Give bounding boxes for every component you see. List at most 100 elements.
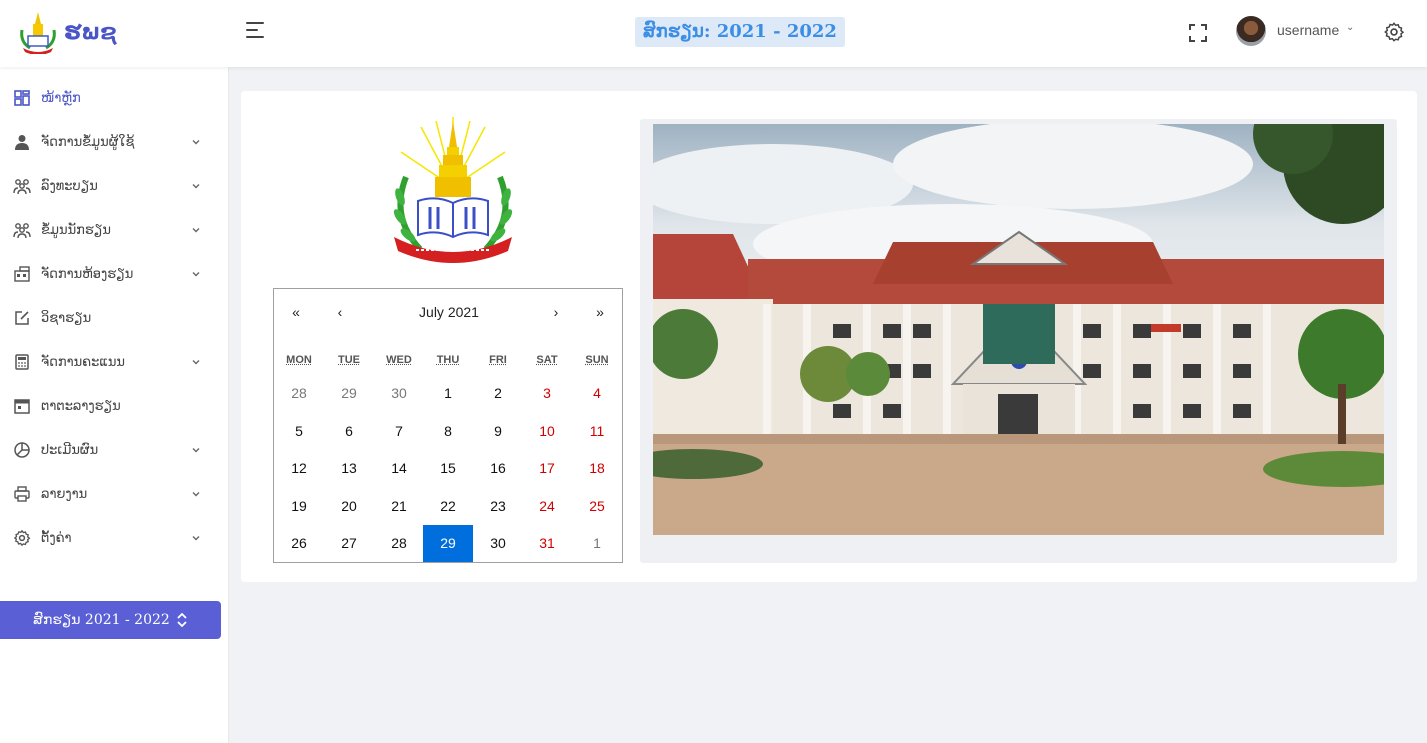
school-logo-icon	[20, 12, 56, 54]
calendar-next-year-button[interactable]: »	[590, 304, 610, 320]
calendar-icon	[14, 399, 30, 414]
fullscreen-icon[interactable]	[1187, 22, 1209, 44]
sidebar-item-label: ປະເມີນຜົນ	[41, 442, 99, 458]
chevron-down-icon	[192, 360, 200, 365]
menu-toggle-button[interactable]	[246, 22, 268, 42]
sidebar-item-label: ໜ້າຫຼັກ	[41, 90, 81, 106]
calendar-day[interactable]: 5	[274, 413, 324, 450]
calendar-day[interactable]: 14	[374, 450, 424, 487]
calendar-day-selected[interactable]: 29	[423, 525, 473, 562]
calendar-day[interactable]: 24	[522, 488, 572, 525]
calendar-next-month-button[interactable]: ›	[546, 304, 566, 320]
sidebar-item-classrooms[interactable]: ຈັດການຫ້ອງຮຽນ	[0, 252, 229, 296]
calendar-day[interactable]: 1	[572, 525, 622, 562]
calendar-day[interactable]: 30	[473, 525, 523, 562]
sidebar-item-home[interactable]: ໜ້າຫຼັກ	[0, 76, 229, 120]
sidebar-item-settings[interactable]: ຕັ້ງຄ່າ	[0, 516, 229, 560]
calendar-day[interactable]: 29	[324, 375, 374, 412]
school-emblem-logo	[393, 117, 513, 263]
calculator-icon	[15, 354, 29, 370]
school-building-photo	[653, 124, 1384, 535]
sidebar-item-label: ລາຍງານ	[41, 486, 88, 502]
calendar-weekday-header: FRI	[489, 354, 507, 366]
calendar-day[interactable]: 6	[324, 413, 374, 450]
calendar-day[interactable]: 27	[324, 525, 374, 562]
sidebar-item-subjects[interactable]: ວິຊາຮຽນ	[0, 296, 229, 340]
calendar-day[interactable]: 21	[374, 488, 424, 525]
user-icon	[15, 135, 29, 150]
chevron-up-down-icon	[177, 613, 187, 627]
brand[interactable]: ຮພຊ	[18, 10, 117, 54]
calendar-day[interactable]: 26	[274, 525, 324, 562]
users-icon	[13, 179, 31, 195]
sidebar-item-label: ລົງທະບຽນ	[41, 178, 98, 194]
photo-panel	[640, 119, 1397, 563]
chevron-down-icon[interactable]: ⌄	[1346, 22, 1354, 33]
chevron-down-icon	[192, 140, 200, 145]
calendar-day[interactable]: 3	[522, 375, 572, 412]
calendar-day[interactable]: 23	[473, 488, 523, 525]
calendar-day[interactable]: 13	[324, 450, 374, 487]
chevron-down-icon	[192, 228, 200, 233]
sidebar: ໜ້າຫຼັກ ຈັດການຂໍ້ມູນຜູ້ໃຊ້ ລົງທະບຽນ ຂໍ້ມ…	[0, 67, 229, 743]
avatar[interactable]	[1236, 16, 1266, 46]
sidebar-item-evaluation[interactable]: ປະເມີນຜົນ	[0, 428, 229, 472]
calendar-day[interactable]: 12	[274, 450, 324, 487]
calendar-day[interactable]: 28	[374, 525, 424, 562]
chevron-down-icon	[192, 272, 200, 277]
sidebar-item-timetable[interactable]: ຕາຕະລາງຮຽນ	[0, 384, 229, 428]
calendar-day[interactable]: 11	[572, 413, 622, 450]
calendar-day[interactable]: 16	[473, 450, 523, 487]
calendar-day[interactable]: 31	[522, 525, 572, 562]
username-dropdown[interactable]: username	[1277, 22, 1339, 38]
students-icon	[13, 223, 31, 239]
dashboard-card: « ‹ July 2021 › » MON TUE WED THU FRI SAT SUN 2…	[241, 91, 1417, 582]
sidebar-item-reports[interactable]: ລາຍງານ	[0, 472, 229, 516]
calendar-weekday-header: TUE	[338, 354, 360, 366]
calendar-day[interactable]: 8	[423, 413, 473, 450]
chevron-down-icon	[192, 448, 200, 453]
classroom-icon	[14, 266, 30, 282]
settings-icon	[13, 529, 31, 547]
calendar-day[interactable]: 1	[423, 375, 473, 412]
calendar-day[interactable]: 17	[522, 450, 572, 487]
sidebar-item-label: ຈັດການຫ້ອງຮຽນ	[41, 266, 134, 282]
calendar-day[interactable]: 9	[473, 413, 523, 450]
calendar-weekday-header: SAT	[536, 354, 558, 366]
calendar-day[interactable]: 28	[274, 375, 324, 412]
calendar-weekday-header: SUN	[585, 354, 609, 366]
sidebar-item-label: ວິຊາຮຽນ	[41, 310, 92, 326]
calendar-day[interactable]: 15	[423, 450, 473, 487]
calendar-month-title[interactable]: July 2021	[274, 304, 624, 320]
calendar-weekday-header: MON	[286, 354, 312, 366]
calendar-day[interactable]: 30	[374, 375, 424, 412]
calendar-day[interactable]: 25	[572, 488, 622, 525]
calendar-day[interactable]: 4	[572, 375, 622, 412]
top-header: ຮພຊ ສົກຮຽນ: 2021 - 2022 username ⌄	[0, 0, 1427, 67]
menu-line	[246, 22, 264, 24]
academic-year-badge: ສົກຮຽນ: 2021 - 2022	[635, 17, 845, 47]
menu-line	[246, 29, 258, 31]
pie-chart-icon	[14, 442, 30, 458]
sidebar-item-user-management[interactable]: ຈັດການຂໍ້ມູນຜູ້ໃຊ້	[0, 120, 229, 164]
brand-name: ຮພຊ	[64, 19, 117, 45]
chevron-down-icon	[192, 184, 200, 189]
sidebar-item-label: ຈັດການຂໍ້ມູນຜູ້ໃຊ້	[41, 134, 135, 150]
sidebar-item-label: ຈັດການຄະແນນ	[41, 354, 125, 370]
calendar-day[interactable]: 19	[274, 488, 324, 525]
academic-year-select-button[interactable]: ສົກຮຽນ 2021 - 2022	[0, 601, 221, 639]
menu-line	[246, 36, 264, 38]
calendar-day[interactable]: 10	[522, 413, 572, 450]
sidebar-item-label: ຕາຕະລາງຮຽນ	[41, 398, 121, 414]
gear-icon[interactable]	[1383, 21, 1405, 43]
calendar-day[interactable]: 7	[374, 413, 424, 450]
calendar-day[interactable]: 20	[324, 488, 374, 525]
calendar-day[interactable]: 18	[572, 450, 622, 487]
sidebar-item-students[interactable]: ຂໍ້ມູນນັກຮຽນ	[0, 208, 229, 252]
sidebar-item-scores[interactable]: ຈັດການຄະແນນ	[0, 340, 229, 384]
dashboard-icon	[14, 90, 30, 106]
calendar-day[interactable]: 2	[473, 375, 523, 412]
calendar-day[interactable]: 22	[423, 488, 473, 525]
sidebar-item-label: ຕັ້ງຄ່າ	[41, 530, 72, 546]
sidebar-item-registration[interactable]: ລົງທະບຽນ	[0, 164, 229, 208]
